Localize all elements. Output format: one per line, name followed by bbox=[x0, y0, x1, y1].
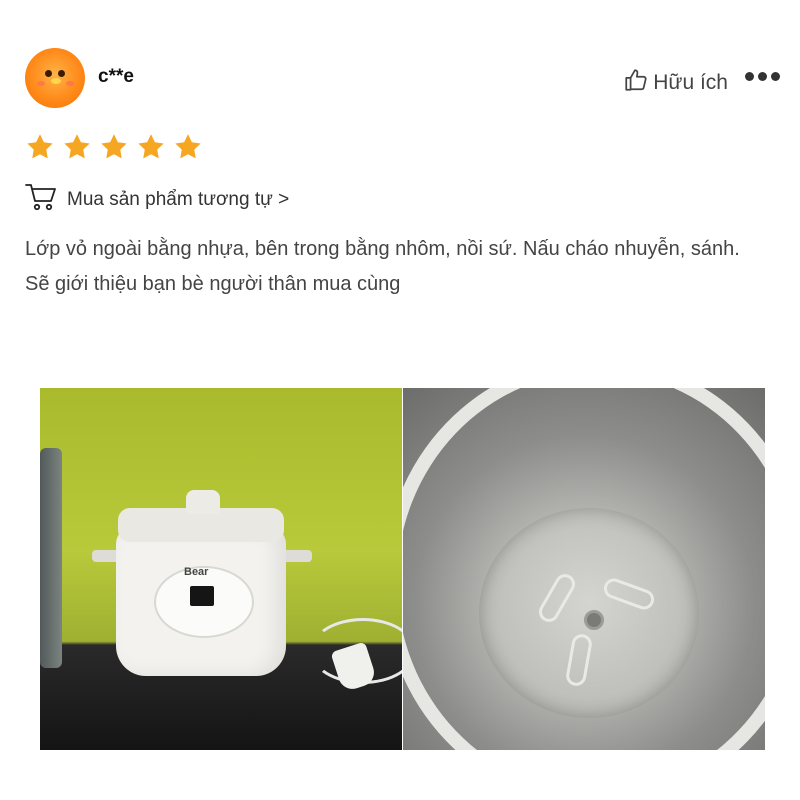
cooker-brand-logo: Bear bbox=[184, 566, 209, 578]
more-dots-icon[interactable] bbox=[745, 72, 780, 81]
helpful-label: Hữu ích bbox=[653, 71, 728, 94]
review-header: c**e Hữu ích bbox=[25, 48, 780, 110]
star-icon bbox=[173, 132, 203, 162]
dot bbox=[758, 72, 767, 81]
bowl-center-hub bbox=[584, 610, 604, 630]
avatar-eye bbox=[45, 70, 52, 77]
review-photos: Bear bbox=[40, 388, 765, 750]
cooker-handle bbox=[282, 550, 312, 562]
avatar-cheek bbox=[37, 81, 45, 86]
background-pot bbox=[40, 448, 62, 668]
thumbs-up-icon bbox=[623, 67, 649, 99]
rating-stars bbox=[25, 132, 203, 162]
star-icon bbox=[99, 132, 129, 162]
avatar-eye bbox=[58, 70, 65, 77]
username[interactable]: c**e bbox=[98, 66, 134, 88]
helpful-button[interactable]: Hữu ích bbox=[623, 67, 728, 99]
review-text: Lớp vỏ ngoài bằng nhựa, bên trong bằng n… bbox=[25, 232, 785, 302]
review-text-line: Sẽ giới thiệu bạn bè người thân mua cùng bbox=[25, 273, 401, 295]
star-icon bbox=[25, 132, 55, 162]
cooker-lid-knob bbox=[186, 490, 220, 514]
dot bbox=[771, 72, 780, 81]
star-icon bbox=[136, 132, 166, 162]
star-icon bbox=[62, 132, 92, 162]
avatar-beak bbox=[51, 78, 61, 84]
buy-similar-label: Mua sản phẩm tương tự > bbox=[67, 189, 290, 210]
review-text-line: Lớp vỏ ngoài bằng nhựa, bên trong bằng n… bbox=[25, 238, 740, 260]
avatar-cheek bbox=[66, 81, 74, 86]
shopping-cart-icon bbox=[25, 183, 57, 217]
avatar[interactable] bbox=[25, 48, 85, 108]
buy-similar-link[interactable]: Mua sản phẩm tương tự > bbox=[25, 183, 289, 217]
dot bbox=[745, 72, 754, 81]
review-photo-inner-bowl[interactable] bbox=[403, 388, 765, 750]
cooker-display bbox=[190, 586, 214, 606]
review-photo-rice-cooker[interactable]: Bear bbox=[40, 388, 402, 750]
